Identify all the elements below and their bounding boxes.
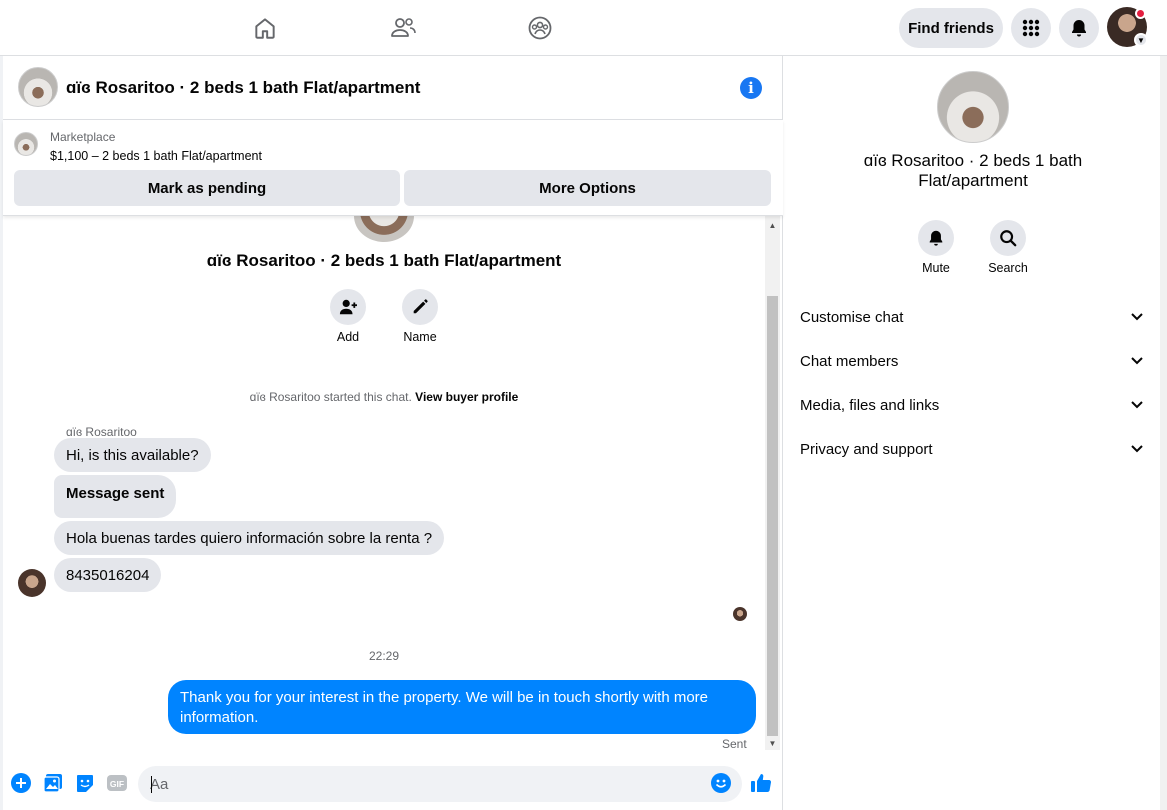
message-thread: ɑïɞ Rosaritoo · 2 beds 1 bath Flat/apart…: [3, 216, 765, 750]
section-label: Customise chat: [800, 308, 904, 326]
marketplace-label: Marketplace: [50, 130, 116, 144]
seen-receipt-avatar: [733, 607, 747, 621]
photo-icon[interactable]: [42, 772, 64, 794]
name-label: Name: [403, 330, 437, 344]
bell-icon[interactable]: [1059, 8, 1099, 48]
chat-header: ɑïɞ Rosaritoo · 2 beds 1 bath Flat/apart…: [3, 56, 783, 120]
add-person-icon: [330, 289, 366, 325]
message-composer: GIF: [3, 758, 783, 806]
scroll-up-arrow-icon[interactable]: ▲: [765, 218, 780, 232]
incoming-message[interactable]: Hola buenas tardes quiero información so…: [54, 521, 445, 555]
sent-status: Sent: [722, 737, 747, 750]
info-icon[interactable]: i: [740, 77, 762, 99]
top-navigation-bar: Find friends ▼: [0, 0, 1167, 56]
message-timestamp: 22:29: [368, 649, 400, 663]
chevron-down-icon: [1130, 398, 1144, 412]
plus-icon[interactable]: [10, 772, 32, 794]
message-input[interactable]: [138, 766, 742, 802]
section-label: Chat members: [800, 352, 899, 370]
chevron-down-icon: [1130, 354, 1144, 368]
mute-label: Mute: [922, 261, 950, 275]
view-buyer-profile-link[interactable]: View buyer profile: [415, 390, 518, 404]
started-text: ɑïɞ Rosaritoo started this chat.: [249, 390, 412, 404]
gif-icon[interactable]: GIF: [106, 772, 128, 794]
listing-price-title[interactable]: $1,100 – 2 beds 1 bath Flat/apartment: [50, 149, 262, 163]
section-customise-chat[interactable]: Customise chat: [784, 295, 1160, 339]
incoming-message[interactable]: 8435016204: [54, 558, 162, 592]
thread-title: ɑïɞ Rosaritoo · 2 beds 1 bath Flat/apart…: [206, 251, 562, 270]
chat-started-notice: ɑïɞ Rosaritoo started this chat. View bu…: [3, 390, 765, 404]
chat-panel: ɑïɞ Rosaritoo · 2 beds 1 bath Flat/apart…: [3, 56, 783, 810]
thumbs-up-icon[interactable]: [750, 772, 772, 794]
text-caret: [151, 776, 152, 793]
search-button[interactable]: Search: [978, 220, 1038, 275]
add-label: Add: [336, 330, 360, 344]
groups-icon[interactable]: [520, 10, 560, 46]
name-chat-button[interactable]: Name: [390, 289, 450, 344]
listing-small-thumbnail[interactable]: [14, 132, 38, 156]
marketplace-listing-bar: Marketplace $1,100 – 2 beds 1 bath Flat/…: [3, 120, 783, 216]
details-title: ɑïɞ Rosaritoo · 2 beds 1 bath Flat/apart…: [863, 151, 1083, 190]
more-options-button[interactable]: More Options: [404, 170, 771, 206]
notification-dot: [1135, 8, 1146, 19]
search-icon: [990, 220, 1026, 256]
chevron-down-icon[interactable]: ▼: [1134, 33, 1148, 47]
chevron-down-icon: [1130, 310, 1144, 324]
scroll-thumb[interactable]: [767, 296, 778, 736]
mute-button[interactable]: Mute: [906, 220, 966, 275]
grid-menu-icon[interactable]: [1011, 8, 1051, 48]
incoming-message-sent-card[interactable]: Message sent: [54, 475, 177, 518]
section-media-files-links[interactable]: Media, files and links: [784, 383, 1160, 427]
incoming-message[interactable]: Hi, is this available?: [54, 438, 211, 472]
section-privacy-support[interactable]: Privacy and support: [784, 427, 1160, 471]
section-label: Privacy and support: [800, 440, 933, 458]
mark-as-pending-button[interactable]: Mark as pending: [14, 170, 400, 206]
pencil-icon: [402, 289, 438, 325]
section-chat-members[interactable]: Chat members: [784, 339, 1160, 383]
chat-title[interactable]: ɑïɞ Rosaritoo · 2 beds 1 bath Flat/apart…: [66, 78, 420, 98]
listing-photo[interactable]: [937, 71, 1009, 143]
outgoing-message[interactable]: Thank you for your interest in the prope…: [168, 680, 756, 734]
sender-name: ɑïɞ Rosaritoo: [66, 425, 137, 439]
scroll-down-arrow-icon[interactable]: ▼: [765, 736, 780, 750]
home-icon[interactable]: [245, 10, 285, 46]
sender-avatar[interactable]: [18, 569, 46, 597]
find-friends-button[interactable]: Find friends: [899, 8, 1003, 48]
sticker-icon[interactable]: [74, 772, 96, 794]
page-scrollbar[interactable]: [1160, 56, 1167, 810]
section-label: Media, files and links: [800, 396, 940, 414]
listing-thumbnail[interactable]: [18, 67, 58, 107]
search-label: Search: [988, 261, 1028, 275]
conversation-details-panel: ɑïɞ Rosaritoo · 2 beds 1 bath Flat/apart…: [784, 56, 1160, 810]
friends-icon[interactable]: [383, 10, 423, 46]
emoji-icon[interactable]: [710, 772, 732, 794]
bell-icon: [918, 220, 954, 256]
thread-scrollbar[interactable]: ▲ ▼: [765, 216, 780, 750]
add-people-button[interactable]: Add: [318, 289, 378, 344]
chevron-down-icon: [1130, 442, 1144, 456]
svg-text:GIF: GIF: [110, 779, 124, 789]
thread-avatar: [354, 216, 414, 242]
